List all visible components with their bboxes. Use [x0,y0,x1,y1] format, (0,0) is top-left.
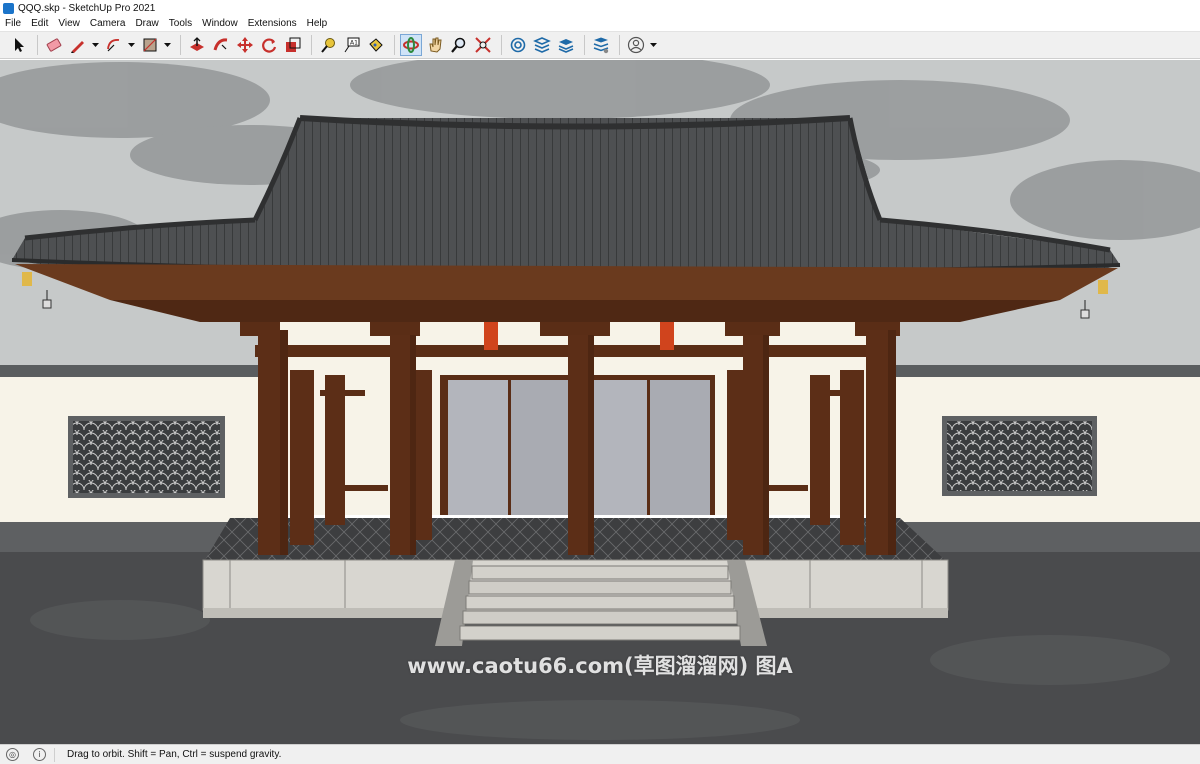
paint-bucket-tool-button[interactable] [365,34,387,56]
eraser-icon [46,38,62,52]
zoom-extents-icon [475,37,491,53]
rotate-tool-button[interactable] [258,34,280,56]
push-pull-icon [190,37,204,51]
front-stairs [435,560,767,646]
orbit-tool-button[interactable] [400,34,422,56]
toolbar-separator [501,35,502,55]
account-dropdown[interactable] [649,34,657,56]
status-bar: ◎ i Drag to orbit. Shift = Pan, Ctrl = s… [0,744,1200,764]
column [810,375,830,525]
rectangle-icon [143,38,157,52]
scene-render[interactable] [0,60,1200,744]
menu-file[interactable]: File [0,18,26,29]
menu-view[interactable]: View [53,18,85,29]
window-title: QQQ.skp - SketchUp Pro 2021 [18,2,156,14]
sketchup-app-icon [3,2,14,14]
toolbar-separator [311,35,312,55]
title-bar: QQQ.skp - SketchUp Pro 2021 [0,0,1200,16]
arrow-cursor-icon [15,38,24,52]
extension-icon [533,37,551,53]
account-button[interactable] [625,34,647,56]
toolbar-separator [180,35,181,55]
magnifier-icon [451,37,466,53]
status-separator [54,747,55,762]
scale-tool-button[interactable] [282,34,304,56]
menu-help[interactable]: Help [302,18,333,29]
column [416,370,432,540]
move-tool-button[interactable] [234,34,256,56]
menu-window[interactable]: Window [197,18,243,29]
text-tool-button[interactable]: A1 [341,34,363,56]
eave-rafters [15,264,1118,322]
chevron-down-icon [127,43,135,47]
pan-tool-button[interactable] [424,34,446,56]
hand-icon [429,37,442,53]
layout-icon [558,39,574,53]
text-icon: A1 [344,37,360,53]
column [727,370,743,540]
door-panel [448,380,508,515]
arc-icon [107,39,120,52]
shape-tool-button[interactable] [139,34,161,56]
main-toolbar: A1 [0,31,1200,59]
orbit-icon [403,37,419,53]
scale-icon [286,37,301,52]
shape-tool-dropdown[interactable] [163,34,171,56]
menu-tools[interactable]: Tools [164,18,197,29]
chevron-down-icon [163,43,171,47]
column [290,370,314,545]
3d-warehouse-button[interactable] [507,34,529,56]
follow-me-tool-button[interactable] [210,34,232,56]
model-viewport[interactable] [0,60,1200,744]
extension-manager-button[interactable] [590,34,612,56]
pencil-icon [71,41,84,53]
menu-camera[interactable]: Camera [85,18,131,29]
push-pull-tool-button[interactable] [186,34,208,56]
toolbar-separator [37,35,38,55]
extension-warehouse-button[interactable] [531,34,553,56]
menu-edit[interactable]: Edit [26,18,53,29]
geo-location-icon[interactable]: ◎ [6,748,19,761]
toolbar-separator [619,35,620,55]
menu-extensions[interactable]: Extensions [243,18,302,29]
select-tool-button[interactable] [8,34,30,56]
line-tool-dropdown[interactable] [91,34,99,56]
menu-draw[interactable]: Draw [130,18,163,29]
arc-tool-dropdown[interactable] [127,34,135,56]
layout-button[interactable] [555,34,577,56]
info-icon[interactable]: i [33,748,46,761]
column [840,370,864,545]
eraser-tool-button[interactable] [43,34,65,56]
toolbar-separator [394,35,395,55]
tape-measure-icon [321,38,335,53]
rotate-icon [262,38,277,53]
follow-me-icon [213,38,228,51]
column [325,375,345,525]
user-icon [627,36,645,54]
chevron-down-icon [649,43,657,47]
move-icon [237,37,253,53]
courtyard-wall-right [885,365,1200,552]
menu-bar: File Edit View Camera Draw Tools Window … [0,16,1200,31]
door-panel [511,380,568,515]
extension-manager-icon [593,37,609,54]
zoom-extents-tool-button[interactable] [472,34,494,56]
door-panel [592,380,647,515]
zoom-tool-button[interactable] [448,34,470,56]
paint-bucket-icon [369,38,383,52]
svg-text:A1: A1 [350,40,358,47]
door-panel [650,380,710,515]
chevron-down-icon [91,43,99,47]
line-tool-button[interactable] [67,34,89,56]
status-text: Drag to orbit. Shift = Pan, Ctrl = suspe… [67,749,282,760]
warehouse-icon [510,37,526,53]
toolbar-separator [584,35,585,55]
arc-tool-button[interactable] [103,34,125,56]
tape-measure-tool-button[interactable] [317,34,339,56]
